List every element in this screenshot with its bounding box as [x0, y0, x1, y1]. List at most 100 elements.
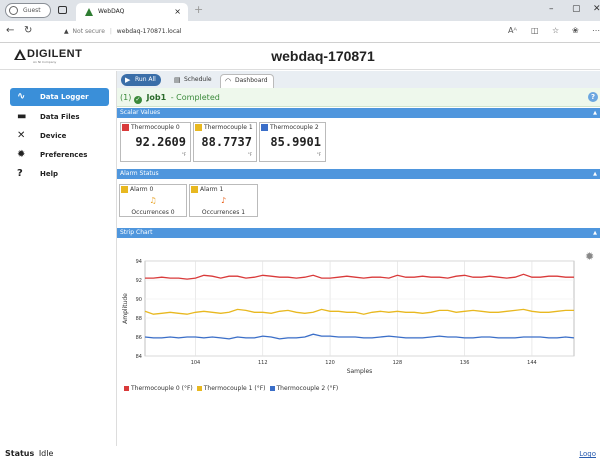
browser-tab[interactable]: WebDAQ × — [76, 3, 188, 21]
split-screen-icon[interactable]: ◫ — [531, 26, 539, 35]
collapse-icon[interactable]: ▲ — [593, 228, 597, 238]
y-tick-label: 88 — [136, 316, 142, 322]
window-close-icon[interactable]: ✕ — [593, 4, 600, 14]
collapse-icon[interactable]: ▲ — [593, 108, 597, 118]
legend-label: Thermocouple 2 (°F) — [276, 385, 339, 392]
job-status-row[interactable]: (1) ✓ Job1 - Completed ? — [117, 88, 600, 107]
scalar-value: 85.9901 — [270, 135, 321, 149]
sidebar-item-data-files[interactable]: ▬ Data Files — [10, 108, 109, 126]
question-icon: ? — [17, 168, 23, 179]
bell-outline-icon: ♫ — [149, 196, 157, 205]
y-tick-label: 90 — [136, 297, 142, 303]
avatar-icon — [9, 6, 18, 15]
schedule-label: Schedule — [184, 76, 212, 83]
scalar-name: Thermocouple 2 — [270, 124, 319, 131]
status-bar: Status Idle Logo — [0, 446, 600, 462]
strip-chart-plot: 104 112 120 128 136 144 84 86 88 90 92 94 Samples Amp… — [122, 259, 575, 375]
legend-item[interactable]: Thermocouple 2 (°F) — [269, 385, 339, 392]
legend-label: Thermocouple 0 (°F) — [131, 385, 193, 392]
sidebar-item-label: Device — [40, 132, 67, 140]
scalar-card: Thermocouple 0 92.2609 °F — [120, 122, 191, 162]
section-title: Scalar Values — [120, 109, 161, 116]
alarm-status-header[interactable]: Alarm Status ▲ — [117, 169, 600, 179]
sidebar-item-device[interactable]: ✕ Device — [10, 127, 109, 145]
job-index: (1) — [120, 93, 132, 102]
strip-chart-header[interactable]: Strip Chart ▲ — [117, 228, 600, 238]
x-tick-label: 112 — [258, 360, 268, 366]
gear-icon: ✹ — [17, 149, 26, 160]
strip-chart: 104 112 120 128 136 144 84 86 88 90 92 94 Samples Amp… — [117, 243, 600, 446]
digilent-favicon-icon — [85, 8, 93, 16]
job-toolbar: ▶ Run All ▤ Schedule ◠ Dashboard — [117, 71, 600, 88]
sidebar-item-data-logger[interactable]: ∿ Data Logger — [10, 88, 109, 106]
app-header: DIGILENT An NI Company webdaq-170871 — [0, 43, 600, 70]
alarm-occurrences: Occurrences 0 — [131, 209, 175, 216]
section-title: Alarm Status — [120, 170, 159, 177]
sidebar-item-preferences[interactable]: ✹ Preferences — [10, 146, 109, 164]
legend-swatch — [196, 385, 202, 391]
sidebar-item-label: Data Logger — [40, 93, 89, 101]
favorites-icon[interactable]: ☆ — [552, 26, 559, 35]
browser-tab-bar: Guest WebDAQ × + – ▢ ✕ — [0, 0, 600, 21]
legend-swatch — [124, 385, 129, 391]
scalar-card: Thermocouple 1 88.7737 °F — [193, 122, 257, 162]
reload-icon[interactable]: ↻ — [24, 25, 32, 36]
y-tick-label: 92 — [136, 278, 142, 284]
job-name: Job1 — [146, 93, 167, 102]
status-label: Status — [5, 449, 35, 458]
logout-link[interactable]: Logo — [579, 446, 596, 462]
url-field[interactable]: ▲ Not secure | webdaq-170871.local — [64, 25, 504, 39]
url-host: webdaq-170871.local — [116, 28, 182, 35]
sidebar-item-label: Help — [40, 170, 59, 178]
chart-settings-icon[interactable]: ✹ — [585, 250, 594, 263]
x-axis-label: Samples — [347, 368, 373, 375]
y-axis-label: Amplitude — [122, 293, 129, 324]
minimize-icon[interactable]: – — [549, 4, 554, 14]
collapse-icon[interactable]: ▲ — [593, 169, 597, 179]
scalar-values-header[interactable]: Scalar Values ▲ — [117, 108, 600, 118]
collections-icon[interactable]: ❀ — [572, 26, 579, 35]
tab-dashboard[interactable]: ◠ Dashboard — [220, 74, 274, 88]
scalar-card: Thermocouple 2 85.9901 °F — [259, 122, 326, 162]
tab-schedule[interactable]: ▤ Schedule — [170, 74, 217, 86]
run-all-button[interactable]: ▶ Run All — [121, 74, 161, 86]
dashboard-label: Dashboard — [235, 77, 268, 84]
section-title: Strip Chart — [120, 229, 153, 236]
y-tick-label: 94 — [136, 259, 142, 265]
scalar-name: Thermocouple 0 — [131, 124, 180, 131]
alarm-name: Alarm 0 — [130, 186, 154, 193]
job-state: - Completed — [170, 93, 220, 102]
read-aloud-icon[interactable]: Aᴬ — [508, 26, 517, 35]
close-tab-icon[interactable]: × — [174, 3, 181, 20]
sidebar-item-label: Preferences — [40, 151, 88, 159]
y-tick-label: 86 — [136, 335, 142, 341]
tab-title: WebDAQ — [98, 8, 125, 15]
x-tick-label: 104 — [191, 360, 201, 366]
x-tick-label: 128 — [393, 360, 403, 366]
scalar-name: Thermocouple 1 — [204, 124, 253, 131]
help-icon[interactable]: ? — [588, 92, 598, 102]
folder-icon: ▬ — [17, 111, 27, 122]
check-icon: ✓ — [133, 96, 142, 104]
legend-item[interactable]: Thermocouple 0 (°F) — [124, 385, 193, 392]
tools-icon: ✕ — [17, 130, 26, 141]
url-separator: | — [109, 28, 112, 35]
x-tick-label: 120 — [325, 360, 335, 366]
legend-item[interactable]: Thermocouple 1 (°F) — [196, 385, 266, 392]
back-icon[interactable]: ← — [6, 25, 14, 36]
security-label: Not secure — [72, 28, 105, 35]
tab-actions-icon[interactable] — [58, 6, 67, 14]
bell-alert-icon: ♪ — [220, 196, 227, 205]
scalar-unit: °F — [181, 152, 186, 157]
main-panel: ▶ Run All ▤ Schedule ◠ Dashboard (1) ✓ J… — [116, 71, 600, 446]
legend-swatch — [269, 385, 275, 391]
profile-button[interactable]: Guest — [5, 3, 51, 18]
x-tick-label: 144 — [527, 360, 537, 366]
scalar-unit: °F — [247, 152, 252, 157]
menu-icon[interactable]: ⋯ — [592, 26, 600, 35]
play-icon: ▶ — [125, 76, 131, 84]
sidebar-item-help[interactable]: ? Help — [10, 165, 109, 183]
new-tab-button[interactable]: + — [194, 3, 203, 16]
alarm-card: Alarm 0 ♫ Occurrences 0 — [119, 184, 187, 217]
maximize-icon[interactable]: ▢ — [572, 4, 581, 14]
